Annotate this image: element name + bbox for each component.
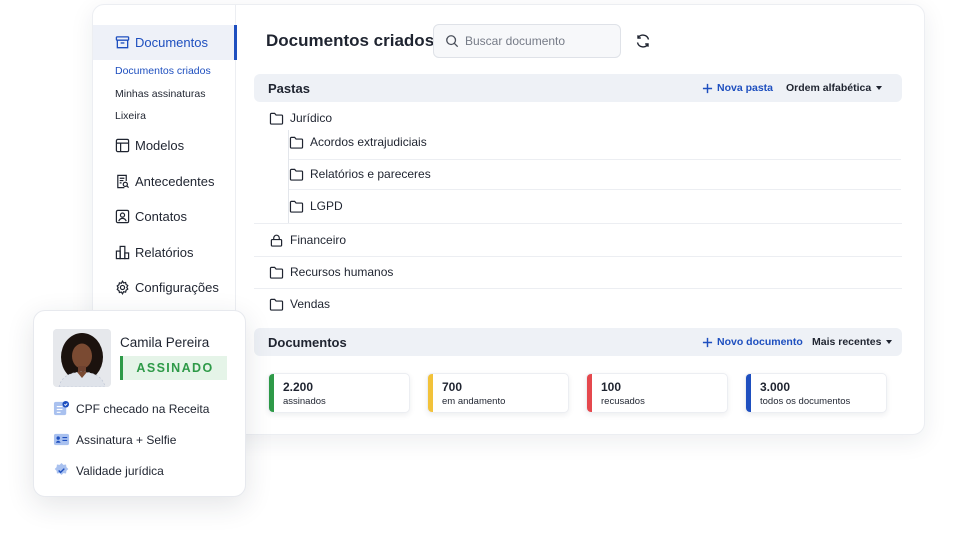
stat-value: 2.200	[283, 380, 314, 394]
gear-icon	[115, 280, 130, 295]
folder-icon	[289, 136, 304, 149]
folder-label: LGPD	[310, 199, 343, 213]
sidebar-item-label: Contatos	[135, 209, 188, 224]
sidebar-item-label: Modelos	[135, 138, 185, 153]
plus-icon	[702, 337, 713, 347]
folder-item-lgpd[interactable]: LGPD	[289, 199, 343, 213]
folder-label: Acordos extrajudiciais	[310, 135, 427, 149]
sidebar-item-relatorios[interactable]: Relatórios	[115, 245, 194, 260]
folder-item-relatorios[interactable]: Relatórios e pareceres	[289, 167, 431, 181]
sidebar-item-contatos[interactable]: Contatos	[115, 209, 187, 224]
folder-icon	[289, 200, 304, 213]
page-title: Documentos criados	[266, 31, 435, 50]
new-folder-label: Nova pasta	[717, 82, 774, 94]
contact-icon	[115, 209, 130, 224]
folder-item-financeiro[interactable]: Financeiro	[269, 233, 346, 247]
sidebar-item-configuracoes[interactable]: Configurações	[115, 280, 219, 295]
folders-sort-dropdown[interactable]: Ordem alfabética	[786, 82, 883, 94]
building-chart-icon	[115, 245, 130, 260]
refresh-icon[interactable]	[635, 33, 651, 49]
search-input[interactable]: Buscar documento	[433, 24, 621, 58]
divider	[254, 288, 902, 289]
folder-icon	[289, 168, 304, 181]
folders-sort-label: Ordem alfabética	[786, 82, 872, 94]
stat-value: 3.000	[760, 380, 791, 394]
stat-label: assinados	[283, 396, 326, 407]
archive-icon	[115, 35, 130, 50]
avatar	[53, 329, 111, 387]
stat-card-todos[interactable]: 3.000 todos os documentos	[745, 373, 887, 413]
folder-item-acordos[interactable]: Acordos extrajudiciais	[289, 135, 427, 149]
id-check-icon	[53, 400, 70, 416]
search-placeholder: Buscar documento	[465, 34, 566, 48]
sidebar-item-label: Antecedentes	[135, 174, 215, 189]
check-selfie: Assinatura + Selfie	[53, 431, 176, 448]
folder-icon	[269, 298, 284, 311]
new-document-button[interactable]: Novo documento	[702, 336, 803, 348]
documents-sort-label: Mais recentes	[812, 336, 882, 348]
check-label: CPF checado na Receita	[76, 401, 210, 416]
sidebar-item-label: Documentos	[135, 35, 208, 50]
caret-down-icon	[876, 86, 883, 90]
stat-value: 100	[601, 380, 622, 394]
folder-label: Jurídico	[290, 111, 333, 125]
sidebar-item-antecedentes[interactable]: Antecedentes	[115, 174, 215, 189]
template-icon	[115, 138, 130, 153]
check-cpf: CPF checado na Receita	[53, 400, 209, 417]
check-validade: Validade jurídica	[53, 462, 164, 479]
folder-icon	[269, 112, 284, 125]
folder-item-vendas[interactable]: Vendas	[269, 297, 330, 311]
folder-label: Financeiro	[290, 233, 347, 247]
folder-label: Recursos humanos	[290, 265, 394, 279]
stat-label: todos os documentos	[760, 396, 851, 407]
plus-icon	[702, 83, 713, 93]
stat-card-recusados[interactable]: 100 recusados	[586, 373, 728, 413]
folder-label: Vendas	[290, 297, 331, 311]
caret-down-icon	[886, 340, 893, 344]
sidebar-item-label: Configurações	[135, 280, 219, 295]
divider	[254, 223, 902, 224]
signer-card: Camila Pereira ASSINADO CPF checado na R…	[33, 310, 246, 497]
divider	[289, 189, 901, 190]
new-folder-button[interactable]: Nova pasta	[702, 82, 773, 94]
stat-value: 700	[442, 380, 463, 394]
check-label: Validade jurídica	[76, 463, 164, 478]
sidebar-item-documentos[interactable]: Documentos	[93, 25, 237, 60]
sidebar-subitem-minhas-assinaturas[interactable]: Minhas assinaturas	[115, 88, 205, 100]
documents-title: Documentos	[268, 334, 347, 350]
document-search-icon	[115, 174, 130, 189]
documents-sort-dropdown[interactable]: Mais recentes	[812, 336, 893, 348]
folder-icon	[269, 266, 284, 279]
stat-card-assinados[interactable]: 2.200 assinados	[268, 373, 410, 413]
documents-section-header: Documentos Novo documento Mais recentes	[254, 328, 902, 356]
folder-label: Relatórios e pareceres	[310, 167, 431, 181]
stat-label: em andamento	[442, 396, 506, 407]
verified-badge-icon	[54, 462, 69, 476]
new-document-label: Novo documento	[717, 336, 803, 348]
folder-item-juridico[interactable]: Jurídico	[269, 111, 332, 125]
stat-card-em-andamento[interactable]: 700 em andamento	[427, 373, 569, 413]
search-icon	[446, 35, 459, 48]
sidebar-subitem-lixeira[interactable]: Lixeira	[115, 110, 146, 122]
sidebar-item-label: Relatórios	[135, 245, 194, 260]
status-badge: ASSINADO	[120, 356, 227, 380]
sidebar-item-modelos[interactable]: Modelos	[115, 138, 184, 153]
folders-title: Pastas	[268, 80, 310, 96]
lock-icon	[270, 234, 283, 247]
check-label: Assinatura + Selfie	[76, 432, 177, 447]
sidebar-subitem-documentos-criados[interactable]: Documentos criados	[115, 65, 211, 77]
folders-section-header: Pastas Nova pasta Ordem alfabética	[254, 74, 902, 102]
divider	[289, 159, 901, 160]
divider	[254, 256, 902, 257]
folder-item-recursos-humanos[interactable]: Recursos humanos	[269, 265, 393, 279]
signer-name: Camila Pereira	[120, 335, 210, 350]
id-card-icon	[53, 433, 70, 446]
stat-label: recusados	[601, 396, 645, 407]
